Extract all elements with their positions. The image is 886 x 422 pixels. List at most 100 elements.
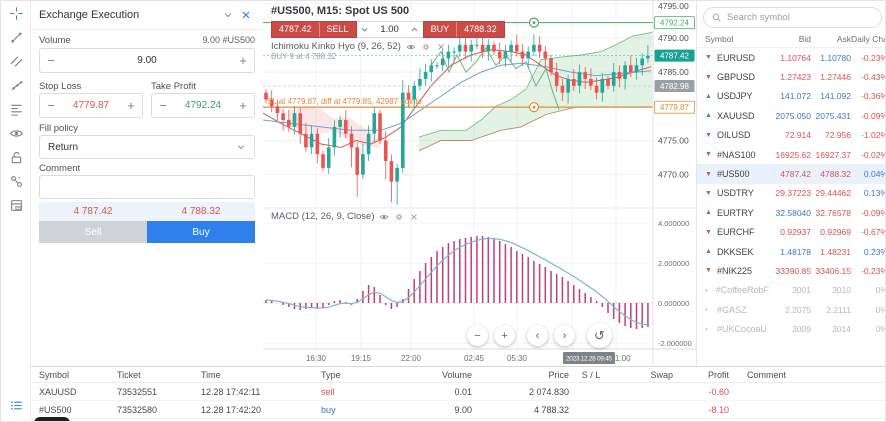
market-row-USDJPY[interactable]: ▲USDJPY141.072141.092-0.36% [697, 87, 886, 106]
fill-policy-select[interactable]: Return [39, 135, 255, 159]
chevron-up-icon [410, 25, 419, 34]
reset-chart-button[interactable]: ↺ [587, 323, 612, 348]
market-row-NAS100[interactable]: ▼#NAS10016925.6216927.37-0.02% [697, 145, 886, 164]
volume-increase-button[interactable]: + [232, 49, 254, 72]
trend-up-icon: ▲ [705, 93, 713, 100]
trend-down-icon: ▼ [705, 54, 713, 61]
bid-cell: 29.37223 [769, 188, 811, 198]
market-row-NIK225[interactable]: ▼#NIK22533390.8533406.15-0.23% [697, 261, 886, 280]
volume-down-button[interactable] [357, 25, 373, 34]
quick-sell-button[interactable]: 4787.42 SELL [271, 21, 357, 38]
take-profit-increase-button[interactable]: + [232, 94, 254, 117]
daily-change-cell: 0% [851, 324, 886, 334]
market-row-US500[interactable]: ▼#US5004787.424788.320.04% [697, 164, 886, 183]
indicator-visibility-button[interactable] [406, 42, 416, 52]
bid-cell: 2.2075 [769, 305, 811, 315]
close-icon [240, 9, 252, 21]
quick-volume-value[interactable]: 1.00 [373, 24, 407, 35]
daily-change-cell: 0.13% [851, 188, 886, 198]
stop-loss-stepper: − 4779.87 + [39, 93, 143, 118]
svg-text:4782.98: 4782.98 [660, 82, 689, 91]
tool-objects[interactable] [1, 169, 31, 193]
quick-buy-button[interactable]: BUY 4788.32 [423, 21, 505, 38]
tool-eye[interactable] [1, 121, 31, 145]
comment-label: Comment [39, 163, 80, 174]
pos-ticket: 73532551 [117, 387, 201, 397]
market-row-EURTRY[interactable]: ▲EURTRY32.5804032.76578-0.09% [697, 203, 886, 222]
volume-up-button[interactable] [407, 25, 423, 34]
collapse-button[interactable] [219, 6, 237, 24]
market-row-OILUSD[interactable]: ▼OILUSD72.91472.956-1.02% [697, 126, 886, 145]
buy-button[interactable]: Buy [147, 221, 255, 243]
position-row[interactable]: #US5007353258012.28 17:42:20buy9.004 788… [31, 401, 885, 419]
sell-button[interactable]: Sell [39, 221, 147, 243]
market-row-CoffeeRobF[interactable]: •#CoffeeRobF300130100% [697, 281, 886, 300]
macd-indicator-row: MACD (12, 26, 9, Close) [271, 211, 419, 222]
zoom-in-button[interactable]: + [494, 325, 515, 346]
market-watch-panel: Symbol Bid Ask Daily Cha.. ▼EURUSD1.1076… [696, 1, 886, 366]
search-input[interactable] [727, 12, 874, 23]
symbol-cell: ▲EURTRY [705, 208, 769, 218]
tool-objects-list[interactable] [1, 393, 31, 417]
stop-loss-decrease-button[interactable]: − [40, 94, 62, 117]
macd-settings-button[interactable] [394, 212, 404, 222]
market-row-GBPUSD[interactable]: ▼GBPUSD1.274231.27446-0.43% [697, 67, 886, 86]
stop-loss-value[interactable]: 4779.87 [62, 100, 120, 111]
pos-type: buy [321, 405, 407, 415]
tool-grid[interactable] [1, 193, 31, 217]
tool-trend-line[interactable] [1, 25, 31, 49]
eye-icon [9, 126, 24, 141]
trend-down-icon: ▼ [705, 132, 713, 139]
scroll-right-button[interactable]: › [554, 325, 575, 346]
svg-text:4779.87: 4779.87 [660, 103, 689, 112]
volume-decrease-button[interactable]: − [40, 49, 62, 72]
eye-icon [379, 212, 389, 222]
objects-icon [9, 174, 24, 189]
market-row-GASZ[interactable]: •#GASZ2.20752.21110% [697, 300, 886, 319]
volume-value[interactable]: 9.00 [62, 55, 232, 66]
chevron-down-icon [236, 142, 246, 152]
stop-loss-line-label: SL at 4779.87, diff at 4779.85, 42987 po… [267, 97, 422, 106]
market-row-DKKSEK[interactable]: ▲DKKSEK1.481781.482310.23% [697, 242, 886, 261]
ask-cell: 1.10780 [811, 53, 851, 63]
trend-flat-icon: • [705, 325, 713, 334]
tool-fibonacci[interactable] [1, 97, 31, 121]
take-profit-value[interactable]: 4792.24 [174, 100, 232, 111]
trend-down-icon: ▼ [705, 229, 713, 236]
market-row-USDTRY[interactable]: ▼USDTRY29.3722329.444620.13% [697, 184, 886, 203]
market-row-UKCocoaU[interactable]: •#UKCocoaU300930140% [697, 319, 886, 338]
objects-list-icon [9, 398, 24, 413]
macd-visibility-button[interactable] [379, 212, 389, 222]
quick-sell-label: SELL [319, 22, 356, 37]
close-order-panel-button[interactable] [237, 6, 255, 24]
bid-cell: 33390.85 [769, 266, 811, 276]
market-row-EURUSD[interactable]: ▼EURUSD1.107641.10780-0.23% [697, 48, 886, 67]
volume-hint: 9.00 #US500 [202, 35, 255, 45]
symbol-cell: •#CoffeeRobF [705, 285, 769, 295]
zoom-out-button[interactable]: − [467, 325, 488, 346]
tool-lock[interactable] [1, 145, 31, 169]
take-profit-decrease-button[interactable]: − [152, 94, 174, 117]
stop-loss-increase-button[interactable]: + [120, 94, 142, 117]
indicator-remove-button[interactable] [436, 42, 446, 52]
macd-remove-button[interactable] [409, 212, 419, 222]
indicator-settings-button[interactable] [421, 42, 431, 52]
chart-panel: 4795.004790.004785.004775.004770.004.000… [263, 1, 696, 366]
position-row[interactable]: XAUUSD7353255112.28 17:42:11sell0.012 07… [31, 383, 885, 401]
market-row-XAUUSD[interactable]: ▲XAUUSD2075.0502075.431-0.09% [697, 106, 886, 125]
tool-pitchfork[interactable] [1, 73, 31, 97]
positions-column-s-l: S / L [569, 370, 613, 380]
positions-column-time: Time [201, 370, 321, 380]
comment-input[interactable] [39, 175, 255, 199]
redaction-blob [34, 417, 70, 422]
positions-rows: XAUUSD7353255112.28 17:42:11sell0.012 07… [31, 383, 885, 422]
bid-cell: 141.072 [769, 91, 811, 101]
take-profit-stepper: − 4792.24 + [151, 93, 255, 118]
pos-price: 2 074.830 [472, 387, 569, 397]
scroll-left-button[interactable]: ‹ [527, 325, 548, 346]
tool-channel[interactable] [1, 49, 31, 73]
bid-cell: 72.914 [769, 130, 811, 140]
pos-symbol: #US500 [39, 405, 117, 415]
market-row-EURCHF[interactable]: ▼EURCHF0.929370.92969-0.67% [697, 223, 886, 242]
tool-crosshair[interactable] [1, 1, 31, 25]
